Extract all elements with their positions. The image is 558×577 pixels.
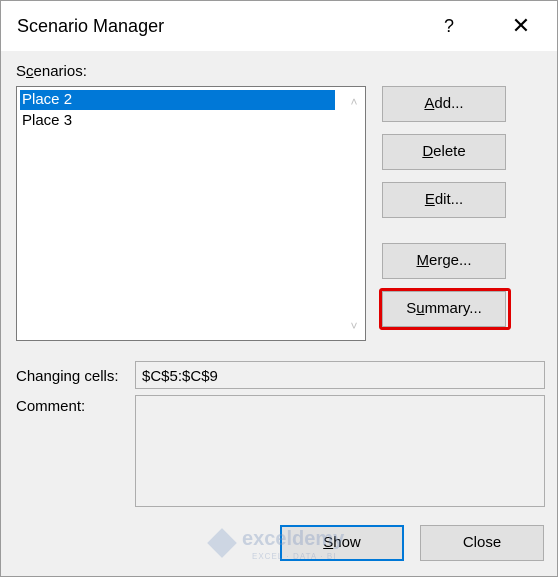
- watermark-name: exceldemy: [242, 528, 345, 550]
- list-item-place-2[interactable]: Place 2: [20, 90, 335, 110]
- scroll-down-arrow-icon[interactable]: ˅: [346, 318, 362, 334]
- scroll-up-arrow-icon[interactable]: ˄: [346, 94, 362, 110]
- close-x-icon[interactable]: ✕: [503, 9, 539, 43]
- comment-field: [135, 395, 545, 507]
- scenario-manager-dialog: Scenario Manager ? ✕ Scenarios: Place 2 …: [0, 0, 558, 577]
- help-button[interactable]: ?: [431, 9, 467, 43]
- add-button[interactable]: Add...: [382, 86, 506, 122]
- scenarios-list[interactable]: Place 2 Place 3 ˄ ˅: [16, 86, 366, 341]
- exceldemy-logo-icon: [207, 528, 237, 558]
- scenarios-label: Scenarios:: [16, 63, 87, 80]
- delete-button[interactable]: Delete: [382, 134, 506, 170]
- edit-button[interactable]: Edit...: [382, 182, 506, 218]
- changing-cells-field: $C$5:$C$9: [135, 361, 545, 389]
- changing-cells-label: Changing cells:: [16, 368, 119, 385]
- close-button[interactable]: Close: [420, 525, 544, 561]
- dialog-title: Scenario Manager: [17, 16, 165, 36]
- comment-label: Comment:: [16, 398, 86, 415]
- title-bar: Scenario Manager ? ✕: [1, 1, 557, 51]
- list-item-place-3[interactable]: Place 3: [20, 111, 335, 131]
- watermark-tagline: EXCEL · DATA · BI: [252, 552, 337, 561]
- summary-button[interactable]: Summary...: [382, 291, 506, 327]
- merge-button[interactable]: Merge...: [382, 243, 506, 279]
- changing-cells-value: $C$5:$C$9: [142, 368, 218, 385]
